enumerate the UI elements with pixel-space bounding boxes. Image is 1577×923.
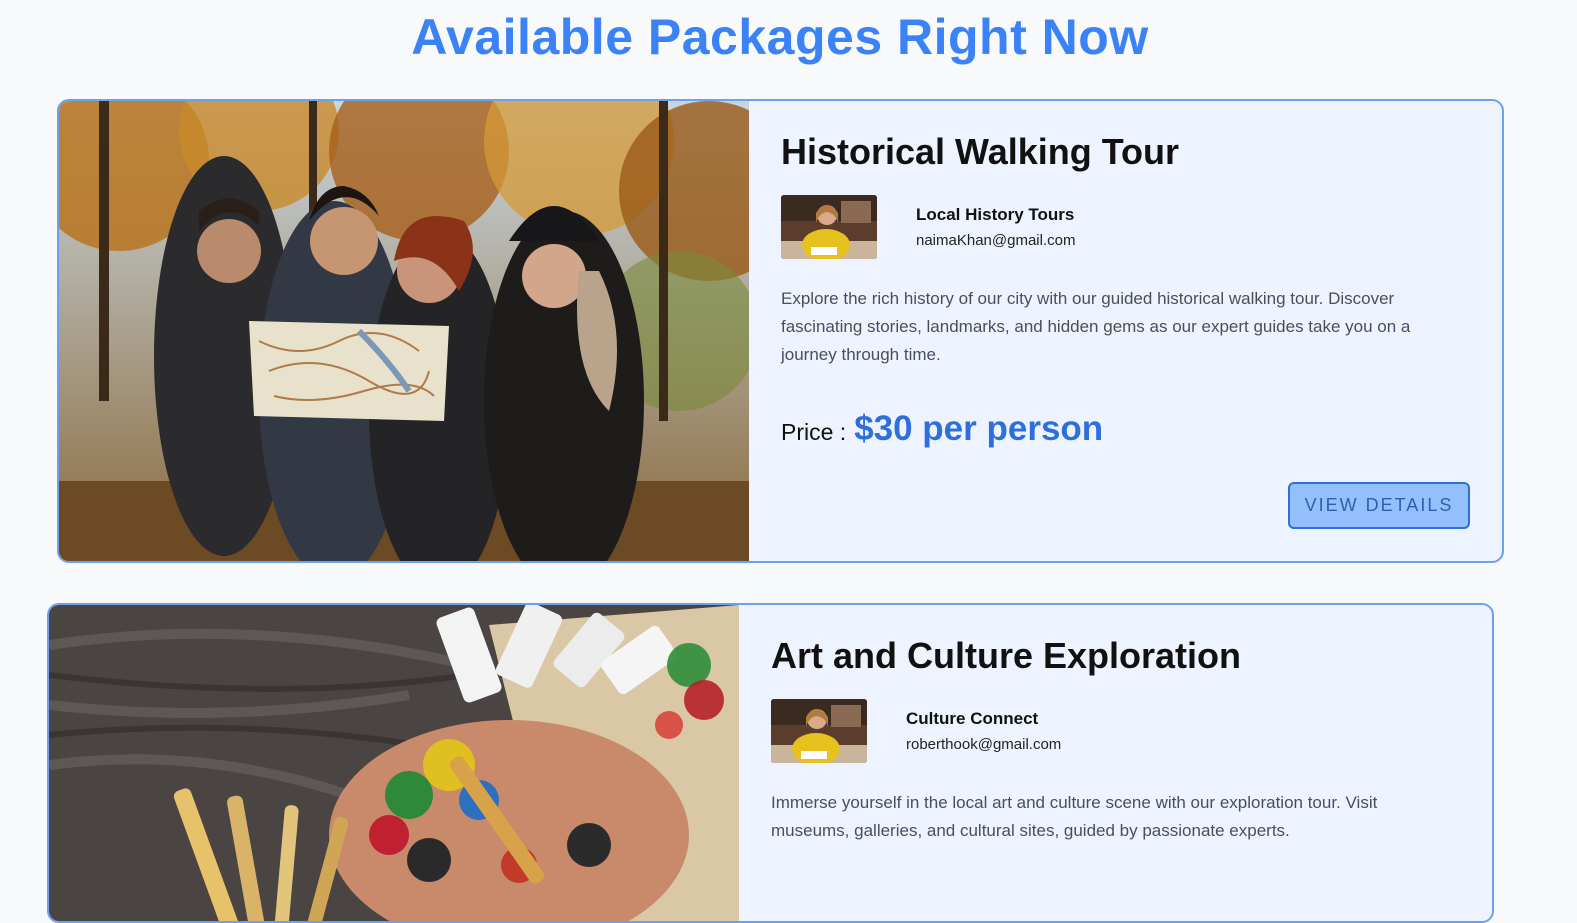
package-title: Historical Walking Tour <box>781 131 1180 172</box>
package-body: Historical Walking Tour Local History To… <box>749 101 1502 561</box>
host-details: Local History Tours naimaKhan@gmail.com <box>916 205 1075 249</box>
host-photo <box>771 699 867 763</box>
package-description: Immerse yourself in the local art and cu… <box>771 793 1378 840</box>
package-image <box>59 101 749 561</box>
price-row: Price : $30 per person <box>781 409 1470 449</box>
host-name: Culture Connect <box>906 709 1039 728</box>
host-email: roberthook@gmail.com <box>906 736 1062 753</box>
host-avatar <box>781 195 877 259</box>
package-card: Art and Culture Exploration Culture Conn… <box>47 603 1494 923</box>
package-title: Art and Culture Exploration <box>771 635 1242 676</box>
price-value: $30 per person <box>854 409 1104 448</box>
price-label: Price : <box>781 419 847 445</box>
view-details-button[interactable]: VIEW DETAILS <box>1288 482 1470 529</box>
paint-palette-brushes-photo <box>49 605 739 921</box>
host-photo <box>781 195 877 259</box>
host-details: Culture Connect roberthook@gmail.com <box>906 709 1061 753</box>
host-info: Local History Tours naimaKhan@gmail.com <box>781 195 1470 259</box>
page-title: Available Packages Right Now <box>411 9 1149 65</box>
host-info: Culture Connect roberthook@gmail.com <box>771 699 1460 763</box>
package-description: Explore the rich history of our city wit… <box>781 289 1411 364</box>
package-card: Historical Walking Tour Local History To… <box>57 99 1504 563</box>
package-image <box>49 605 739 921</box>
host-avatar <box>771 699 867 763</box>
host-name: Local History Tours <box>916 205 1075 224</box>
host-email: naimaKhan@gmail.com <box>916 232 1076 249</box>
package-body: Art and Culture Exploration Culture Conn… <box>739 605 1492 921</box>
friends-reading-map-photo <box>59 101 749 561</box>
